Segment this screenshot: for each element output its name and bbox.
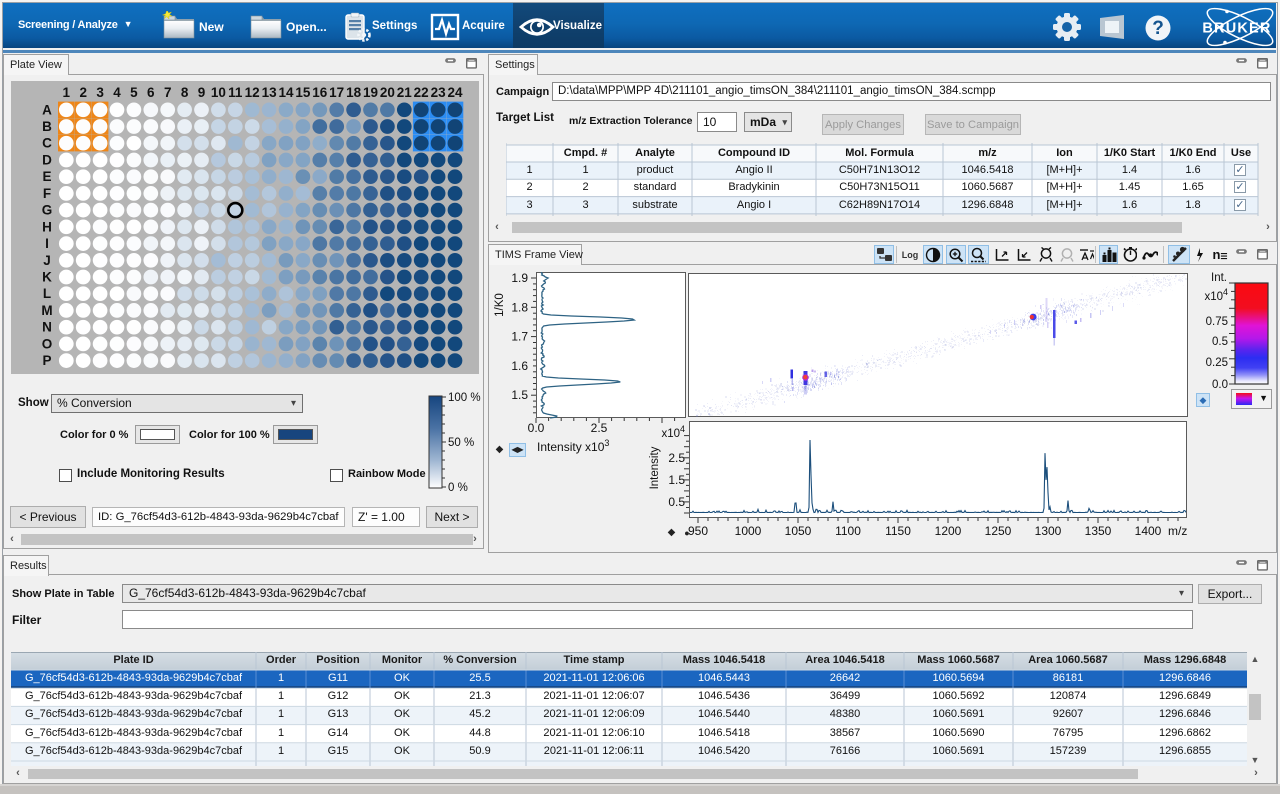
svg-text:P: P bbox=[42, 353, 51, 368]
svg-text:6: 6 bbox=[147, 85, 155, 100]
svg-text:1300: 1300 bbox=[1035, 524, 1062, 538]
svg-text:0.0: 0.0 bbox=[1212, 379, 1228, 391]
svg-text:1400: 1400 bbox=[1135, 524, 1162, 538]
svg-text:K: K bbox=[42, 270, 52, 285]
svg-text:0 %: 0 % bbox=[448, 482, 468, 494]
svg-text:x104: x104 bbox=[661, 424, 685, 440]
svg-text:12: 12 bbox=[245, 85, 260, 100]
svg-text:Intensity x103: Intensity x103 bbox=[537, 438, 609, 454]
svg-text:Int.: Int. bbox=[1211, 272, 1227, 284]
svg-text:x104: x104 bbox=[1204, 287, 1228, 303]
svg-text:3: 3 bbox=[96, 85, 104, 100]
svg-text:15: 15 bbox=[295, 85, 311, 100]
svg-text:10: 10 bbox=[211, 85, 226, 100]
svg-text:14: 14 bbox=[278, 85, 294, 100]
svg-text:1100: 1100 bbox=[835, 524, 861, 538]
svg-text:N: N bbox=[42, 320, 52, 335]
svg-text:0.5: 0.5 bbox=[668, 495, 685, 509]
svg-text:1/K0: 1/K0 bbox=[494, 293, 506, 317]
svg-text:21: 21 bbox=[397, 85, 413, 100]
svg-text:50 %: 50 % bbox=[448, 437, 474, 449]
svg-text:1.8: 1.8 bbox=[511, 300, 528, 314]
svg-text:0.25: 0.25 bbox=[1206, 357, 1228, 369]
svg-text:0.5: 0.5 bbox=[1212, 336, 1228, 348]
svg-text:1000: 1000 bbox=[735, 524, 762, 538]
svg-text:L: L bbox=[43, 286, 51, 301]
svg-text:2.5: 2.5 bbox=[668, 451, 685, 465]
svg-text:0.75: 0.75 bbox=[1206, 316, 1228, 328]
svg-text:18: 18 bbox=[346, 85, 362, 100]
svg-text:1.5: 1.5 bbox=[668, 473, 685, 487]
svg-text:F: F bbox=[43, 186, 51, 201]
svg-text:1200: 1200 bbox=[935, 524, 962, 538]
svg-text:1150: 1150 bbox=[885, 524, 911, 538]
svg-text:1.9: 1.9 bbox=[511, 271, 528, 285]
svg-text:16: 16 bbox=[312, 85, 328, 100]
svg-text:1.5: 1.5 bbox=[511, 388, 528, 402]
svg-text:19: 19 bbox=[363, 85, 378, 100]
svg-text:1: 1 bbox=[63, 85, 71, 100]
svg-text:7: 7 bbox=[164, 85, 172, 100]
svg-text:C: C bbox=[42, 136, 52, 151]
svg-text:D: D bbox=[42, 153, 52, 168]
svg-text:20: 20 bbox=[380, 85, 395, 100]
svg-text:2.5: 2.5 bbox=[591, 421, 608, 435]
svg-text:8: 8 bbox=[181, 85, 189, 100]
svg-text:17: 17 bbox=[329, 85, 344, 100]
svg-text:2: 2 bbox=[79, 85, 87, 100]
svg-text:13: 13 bbox=[262, 85, 278, 100]
svg-text:E: E bbox=[42, 169, 51, 184]
svg-text:0.0: 0.0 bbox=[528, 421, 545, 435]
svg-text:A: A bbox=[42, 102, 52, 117]
svg-text:?: ? bbox=[1152, 18, 1164, 39]
svg-text:G: G bbox=[42, 203, 53, 218]
svg-text:1350: 1350 bbox=[1085, 524, 1112, 538]
svg-text:J: J bbox=[43, 253, 51, 268]
svg-text:100 %: 100 % bbox=[448, 392, 481, 404]
svg-text:22: 22 bbox=[414, 85, 429, 100]
svg-text:1.7: 1.7 bbox=[511, 330, 528, 344]
svg-text:4: 4 bbox=[113, 85, 121, 100]
svg-text:1050: 1050 bbox=[785, 524, 812, 538]
svg-text:9: 9 bbox=[198, 85, 206, 100]
svg-text:I: I bbox=[45, 236, 49, 251]
svg-text:24: 24 bbox=[447, 85, 463, 100]
svg-text:H: H bbox=[42, 219, 52, 234]
svg-text:1250: 1250 bbox=[985, 524, 1012, 538]
svg-text:5: 5 bbox=[130, 85, 138, 100]
svg-text:B: B bbox=[42, 119, 52, 134]
svg-text:11: 11 bbox=[228, 85, 243, 100]
svg-text:m/z: m/z bbox=[1168, 524, 1187, 538]
svg-text:O: O bbox=[42, 336, 53, 351]
svg-text:Intensity: Intensity bbox=[649, 446, 661, 489]
svg-text:M: M bbox=[41, 303, 52, 318]
svg-text:BRUKER: BRUKER bbox=[1202, 21, 1271, 37]
svg-text:23: 23 bbox=[431, 85, 447, 100]
svg-text:1.6: 1.6 bbox=[511, 359, 528, 373]
